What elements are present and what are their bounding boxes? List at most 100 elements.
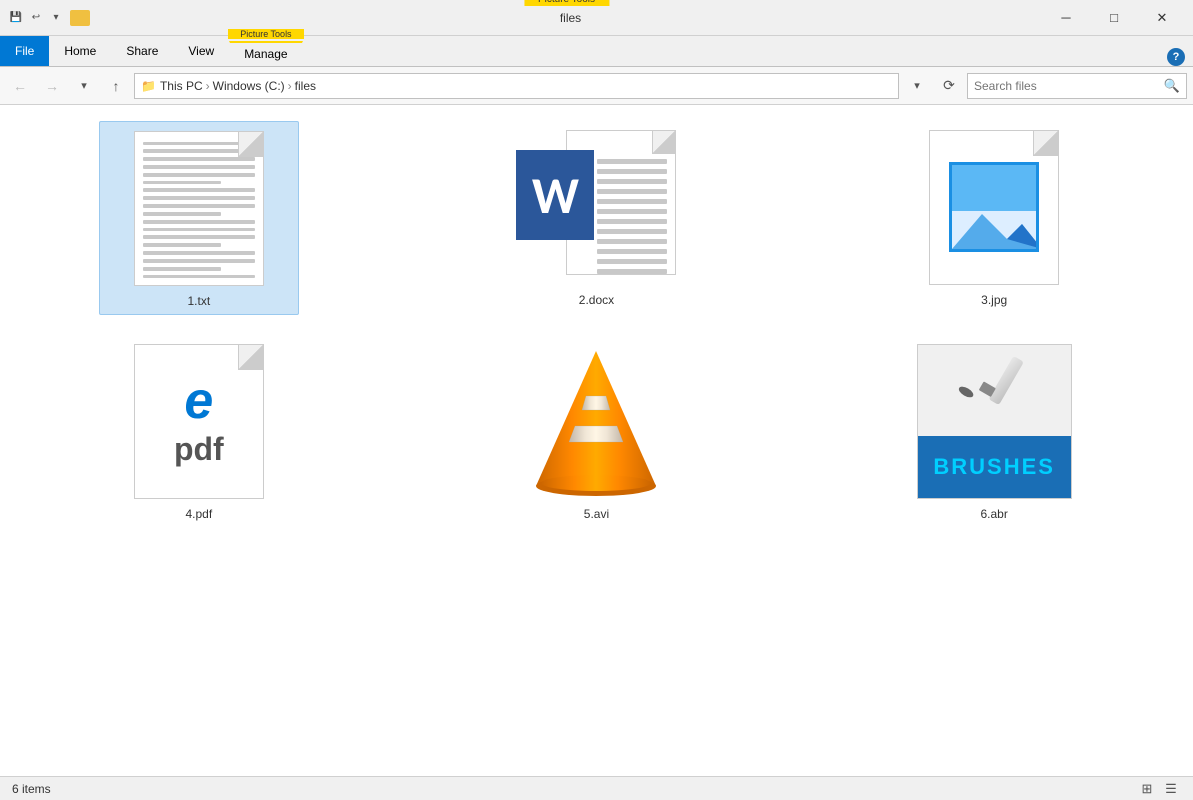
docx-lines	[597, 159, 667, 274]
file-icon-docx: W	[516, 127, 676, 287]
ribbon: File Home Share View Picture Tools Manag…	[0, 36, 1193, 67]
jpg-icon-shape	[929, 130, 1059, 285]
path-sep-2: ›	[288, 79, 292, 93]
path-windows-c: Windows (C:)	[213, 79, 285, 93]
txt-line	[143, 267, 221, 271]
status-bar: 6 items ⊞ ☰	[0, 776, 1193, 800]
undo-icon: ↩	[28, 10, 44, 26]
quick-access-icon: 💾	[8, 10, 24, 26]
file-label-avi: 5.avi	[584, 507, 609, 521]
search-input[interactable]	[974, 79, 1160, 93]
file-icon-txt	[119, 128, 279, 288]
edge-icon: e	[184, 375, 213, 427]
txt-line	[143, 188, 255, 192]
tab-manage[interactable]: Manage	[229, 41, 302, 66]
jpg-thumbnail	[949, 162, 1039, 252]
docx-line	[597, 209, 667, 214]
docx-line	[597, 239, 667, 244]
address-bar: ← → ▾ ↑ 📁 This PC › Windows (C:) › files…	[0, 67, 1193, 105]
docx-line	[597, 179, 667, 184]
docx-line	[597, 269, 667, 274]
address-path[interactable]: 📁 This PC › Windows (C:) › files	[134, 73, 899, 99]
abr-top	[918, 345, 1071, 437]
file-icon-pdf: e pdf	[119, 341, 279, 501]
file-item-jpg[interactable]: 3.jpg	[894, 121, 1094, 315]
details-view-button[interactable]: ☰	[1161, 779, 1181, 799]
maximize-button[interactable]: □	[1091, 0, 1137, 36]
file-label-pdf: 4.pdf	[185, 507, 212, 521]
docx-line	[597, 219, 667, 224]
content-area: 1.txt	[0, 105, 1193, 776]
txt-line	[143, 251, 255, 255]
up-button[interactable]: ↑	[102, 72, 130, 100]
vlc-cone-svg	[526, 346, 666, 496]
jpg-mountain-svg	[952, 204, 1039, 249]
item-count: 6 items	[12, 782, 51, 796]
docx-line	[597, 169, 667, 174]
file-item-avi[interactable]: 5.avi	[496, 335, 696, 527]
file-icon-abr: BRUSHES	[914, 341, 1074, 501]
txt-line	[143, 275, 255, 279]
minimize-button[interactable]: ─	[1043, 0, 1089, 36]
txt-line	[143, 243, 221, 247]
ribbon-wrapper: File Home Share View Picture Tools Manag…	[0, 36, 1193, 67]
window-title: files	[560, 11, 581, 25]
file-item-docx[interactable]: W 2.docx	[496, 121, 696, 315]
docx-line	[597, 159, 667, 164]
help-button[interactable]: ?	[1167, 48, 1185, 66]
tab-share[interactable]: Share	[111, 36, 173, 66]
txt-line	[143, 212, 221, 216]
ribbon-tabs: File Home Share View Picture Tools Manag…	[0, 36, 1193, 66]
file-label-docx: 2.docx	[579, 293, 614, 307]
tab-file[interactable]: File	[0, 36, 49, 66]
title-bar: 💾 ↩ ▾ Picture Tools files ─ □ ✕	[0, 0, 1193, 36]
window-controls: ─ □ ✕	[1043, 0, 1185, 36]
txt-line	[143, 235, 255, 239]
tab-home[interactable]: Home	[49, 36, 111, 66]
recent-locations-button[interactable]: ▾	[70, 72, 98, 100]
file-item-abr[interactable]: BRUSHES 6.abr	[894, 335, 1094, 527]
file-label-abr: 6.abr	[980, 507, 1007, 521]
file-item-txt[interactable]: 1.txt	[99, 121, 299, 315]
txt-line	[143, 149, 255, 153]
tab-view[interactable]: View	[173, 36, 229, 66]
search-box[interactable]: 🔍	[967, 73, 1187, 99]
refresh-button[interactable]: ⟳	[935, 72, 963, 100]
docx-line	[597, 259, 667, 264]
txt-line	[143, 259, 255, 263]
pdf-text: pdf	[174, 431, 224, 468]
file-label-jpg: 3.jpg	[981, 293, 1007, 307]
close-button[interactable]: ✕	[1139, 0, 1185, 36]
txt-line	[143, 228, 255, 232]
path-sep-1: ›	[206, 79, 210, 93]
dropdown-icon: ▾	[48, 10, 64, 26]
txt-line	[143, 181, 221, 185]
pdf-inner: e pdf	[174, 375, 224, 468]
txt-line	[143, 157, 255, 161]
large-icons-view-button[interactable]: ⊞	[1137, 779, 1157, 799]
dropdown-path-button[interactable]: ▾	[903, 72, 931, 100]
txt-line	[143, 220, 255, 224]
title-bar-icons: 💾 ↩ ▾	[8, 10, 64, 26]
file-item-pdf[interactable]: e pdf 4.pdf	[99, 335, 299, 527]
word-badge: W	[516, 150, 594, 240]
docx-line	[597, 199, 667, 204]
file-icon-jpg	[914, 127, 1074, 287]
path-files: files	[295, 79, 316, 93]
folder-icon	[70, 10, 90, 26]
txt-line	[143, 196, 255, 200]
abr-icon-shape: BRUSHES	[917, 344, 1072, 499]
txt-icon-shape	[134, 131, 264, 286]
paintbrush-svg	[944, 355, 1044, 425]
back-button[interactable]: ←	[6, 72, 34, 100]
abr-bottom-text: BRUSHES	[933, 454, 1055, 480]
view-icons: ⊞ ☰	[1137, 779, 1181, 799]
folder-path-icon: 📁	[141, 79, 156, 93]
path-this-pc: This PC	[160, 79, 203, 93]
forward-button[interactable]: →	[38, 72, 66, 100]
txt-line	[143, 165, 255, 169]
txt-line	[143, 142, 255, 146]
file-label-txt: 1.txt	[187, 294, 210, 308]
file-icon-avi	[516, 341, 676, 501]
docx-line	[597, 189, 667, 194]
